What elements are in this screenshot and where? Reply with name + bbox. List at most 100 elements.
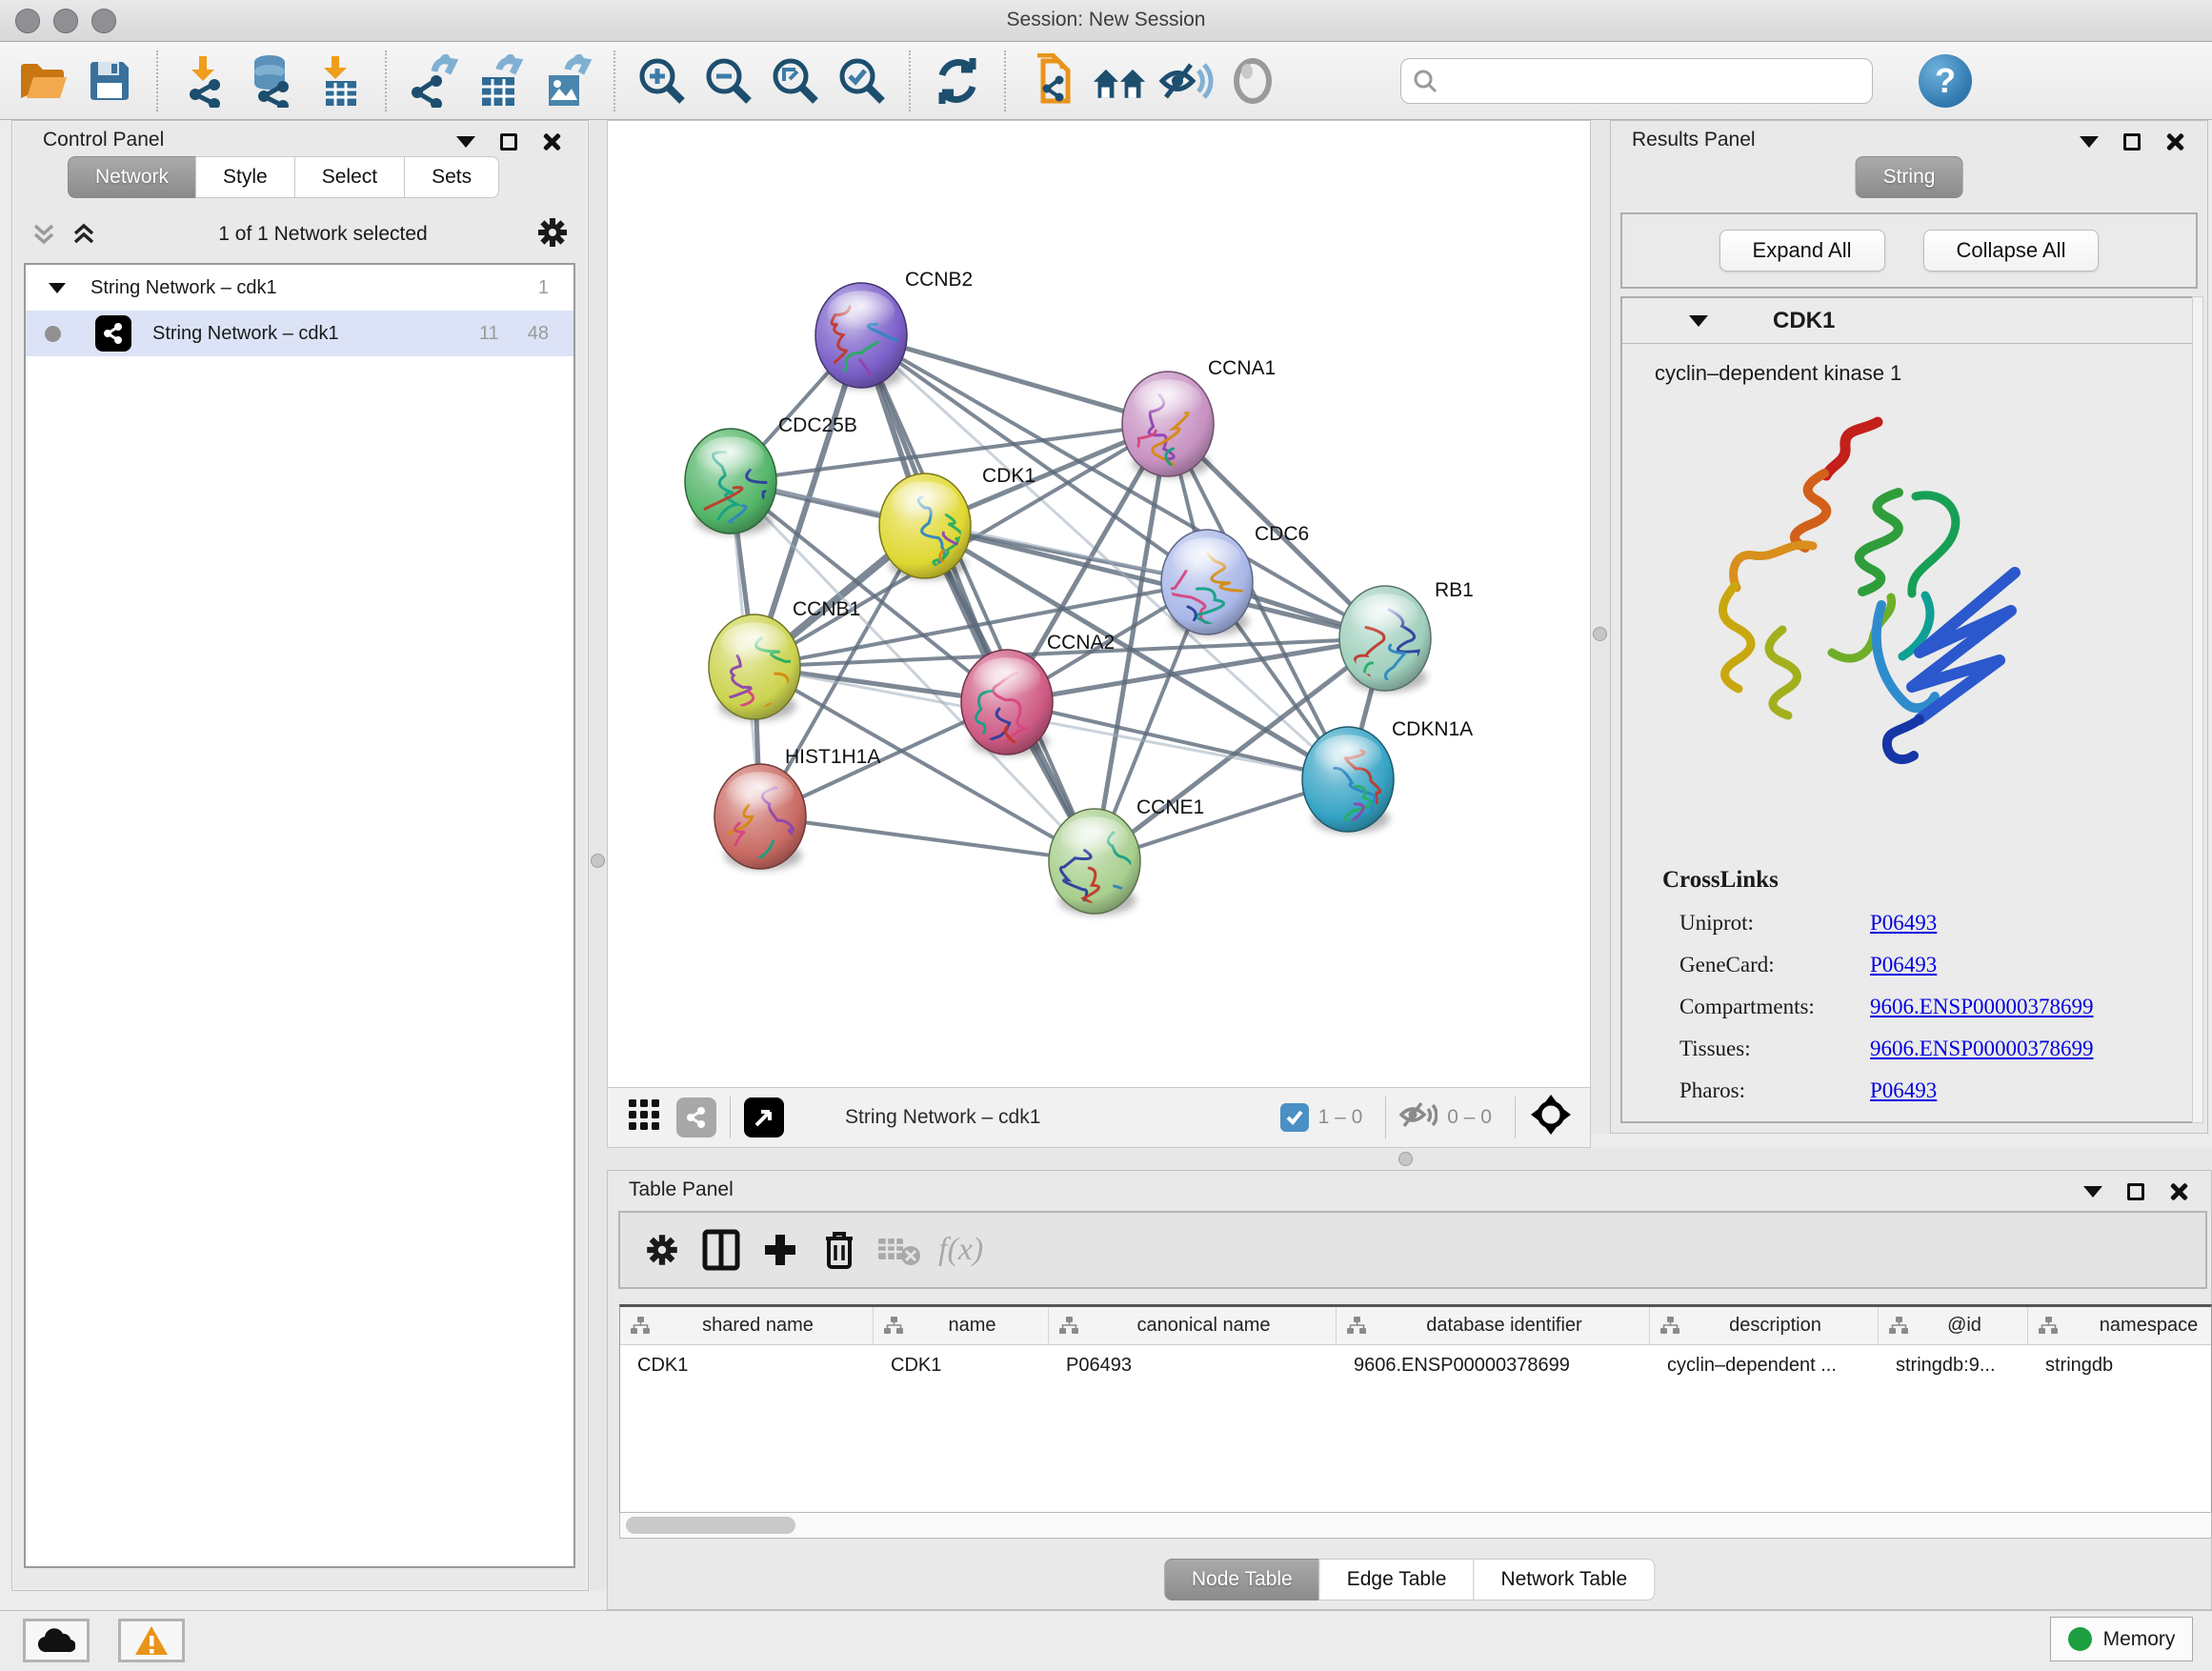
zoom-in-icon[interactable] [634,53,690,109]
close-panel-icon[interactable] [2165,132,2184,151]
new-network-from-selection-icon[interactable] [1025,53,1080,109]
delete-column-icon[interactable] [814,1225,864,1275]
expand-all-button[interactable]: Expand All [1719,230,1885,272]
close-panel-icon[interactable] [542,132,561,151]
string-view-icon[interactable] [676,1097,716,1137]
export-table-icon[interactable] [473,53,528,109]
toolbar-divider [385,50,387,111]
birds-eye-view-icon[interactable] [744,1097,784,1137]
network-edge[interactable] [1007,702,1348,779]
table-options-gear-icon[interactable] [637,1225,687,1275]
selected-checkbox-icon[interactable] [1280,1103,1309,1132]
network-row[interactable]: String Network – cdk1 11 48 [26,311,573,356]
tab-select[interactable]: Select [294,156,405,198]
network-node[interactable]: CCNE1 [1049,796,1204,967]
collection-expander-icon[interactable] [49,283,66,293]
hide-selected-icon[interactable] [1158,53,1214,109]
grid-view-icon[interactable] [627,1097,661,1137]
crosslink-link[interactable]: 9606.ENSP00000378699 [1870,1037,2094,1061]
network-edge[interactable] [760,816,1095,861]
column-header[interactable]: database identifier [1337,1307,1650,1344]
window-title: Session: New Session [0,9,2212,31]
zoom-fit-icon[interactable] [768,53,823,109]
import-table-from-file-icon[interactable] [311,53,366,109]
column-header[interactable]: name [874,1307,1049,1344]
crosslink-link[interactable]: P06493 [1870,953,1937,977]
network-collection-row[interactable]: String Network – cdk1 1 [26,265,573,311]
collapse-all-icon[interactable] [31,222,56,247]
crosslink-link[interactable]: P06493 [1870,911,1937,936]
network-node[interactable]: CDKN1A [1302,718,1473,869]
memory-button[interactable]: Memory [2050,1617,2193,1661]
results-scrollbar[interactable] [2192,296,2203,1123]
network-canvas[interactable]: CCNB2CCNA1CDC25BCDK1CDC6RB1CCNB1CCNA2CDK… [608,121,1590,1087]
tab-edge-table[interactable]: Edge Table [1319,1559,1475,1601]
table-row[interactable]: CDK1CDK1P064939606.ENSP00000378699cyclin… [620,1345,2211,1385]
float-panel-icon[interactable] [2127,1183,2144,1200]
collection-label: String Network – cdk1 [90,277,538,299]
export-network-icon[interactable] [406,53,461,109]
zoom-out-icon[interactable] [701,53,756,109]
tab-sets[interactable]: Sets [404,156,499,198]
gene-expander-icon[interactable] [1689,315,1708,327]
gene-card-header[interactable]: CDK1 [1622,298,2196,344]
tab-network-table[interactable]: Network Table [1473,1559,1655,1601]
add-column-icon[interactable] [755,1225,805,1275]
tab-string[interactable]: String [1856,156,1963,198]
first-neighbors-icon[interactable] [1092,53,1147,109]
search-field[interactable] [1400,58,1873,104]
show-all-icon[interactable] [1225,53,1280,109]
network-node[interactable]: RB1 [1339,579,1474,734]
import-network-from-file-icon[interactable] [177,53,232,109]
crosslink-label: Tissues: [1679,1037,1870,1061]
column-header[interactable]: shared name [620,1307,874,1344]
float-panel-icon[interactable] [500,133,517,151]
right-splitter-grip[interactable] [1593,627,1607,641]
network-edge[interactable] [861,335,1168,424]
network-view: CCNB2CCNA1CDC25BCDK1CDC6RB1CCNB1CCNA2CDK… [607,120,1591,1148]
warnings-button[interactable] [118,1619,185,1662]
expand-all-icon[interactable] [71,222,96,247]
function-builder-icon[interactable]: f(x) [938,1232,983,1268]
node-position-icon[interactable] [1529,1093,1573,1142]
panel-menu-icon[interactable] [2083,1186,2102,1198]
zoom-selected-icon[interactable] [835,53,890,109]
crosslink-link[interactable]: 9606.ENSP00000378699 [1870,995,2094,1019]
save-session-icon[interactable] [82,53,137,109]
left-splitter-grip[interactable] [591,854,605,868]
apply-layout-icon[interactable] [930,53,985,109]
network-node[interactable]: CCNA1 [1110,357,1276,511]
export-image-icon[interactable] [539,53,594,109]
table-cell: stringdb:9... [1879,1355,2028,1377]
column-header[interactable]: namespace [2028,1307,2212,1344]
search-input[interactable] [1438,70,1847,91]
network-view-toolbar: String Network – cdk1 1 – 0 0 – 0 [608,1087,1590,1147]
delete-table-icon[interactable] [874,1225,923,1275]
tab-network[interactable]: Network [68,156,196,198]
close-panel-icon[interactable] [2169,1182,2188,1201]
import-network-from-database-icon[interactable] [244,53,299,109]
collapse-all-button[interactable]: Collapse All [1923,230,2100,272]
crosslink-link[interactable]: P06493 [1870,1078,1937,1103]
float-panel-icon[interactable] [2123,133,2141,151]
column-header[interactable]: description [1650,1307,1879,1344]
table-hscrollbar-thumb[interactable] [626,1517,795,1534]
gear-icon[interactable] [534,214,571,255]
tab-node-table[interactable]: Node Table [1164,1559,1320,1601]
tab-style[interactable]: Style [195,156,295,198]
table-cell: P06493 [1049,1355,1337,1377]
table-hscrollbar[interactable] [619,1512,2212,1539]
table-cell: 9606.ENSP00000378699 [1337,1355,1650,1377]
open-session-icon[interactable] [15,53,70,109]
column-header[interactable]: canonical name [1049,1307,1337,1344]
cloud-button[interactable] [23,1619,90,1662]
show-columns-icon[interactable] [696,1225,746,1275]
hidden-eye-icon[interactable] [1399,1099,1438,1136]
panel-menu-icon[interactable] [2080,136,2099,148]
column-header[interactable]: @id [1879,1307,2028,1344]
help-button[interactable]: ? [1919,54,1972,108]
panel-menu-icon[interactable] [456,136,475,148]
network-edge[interactable] [861,335,1095,861]
bottom-splitter-grip[interactable] [1398,1152,1413,1166]
results-actions: Expand All Collapse All [1620,212,2198,289]
